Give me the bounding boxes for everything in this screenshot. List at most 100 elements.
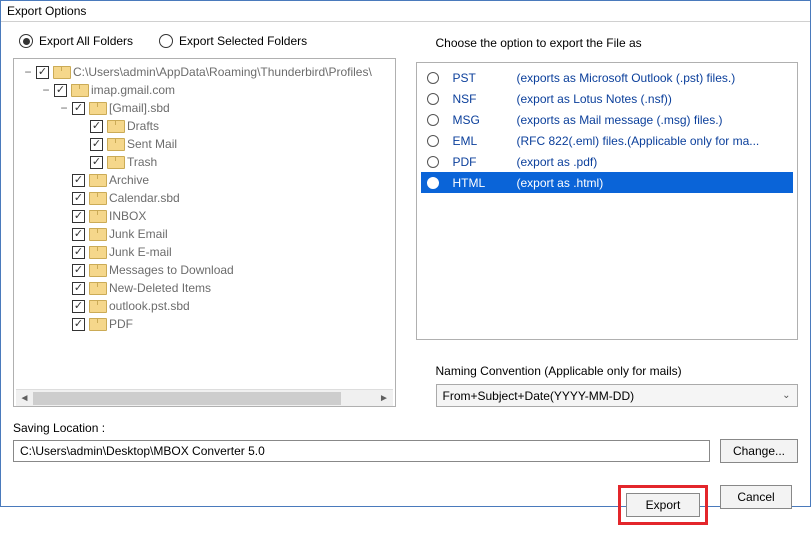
radio-export-selected-label: Export Selected Folders [179, 34, 307, 48]
checkbox-icon[interactable] [54, 84, 67, 97]
format-option-html[interactable]: HTML(export as .html) [421, 172, 794, 193]
folder-icon [89, 300, 105, 313]
window-title: Export Options [1, 1, 810, 22]
folder-icon [107, 138, 123, 151]
radio-icon [427, 72, 439, 84]
tree-row[interactable]: − C:\Users\admin\AppData\Roaming\Thunderb… [16, 63, 393, 81]
tree-row[interactable]: PDF [16, 315, 393, 333]
folder-icon [89, 246, 105, 259]
tree-row[interactable]: Junk E-mail [16, 243, 393, 261]
checkbox-icon[interactable] [72, 318, 85, 331]
checkbox-icon[interactable] [72, 300, 85, 313]
cancel-button[interactable]: Cancel [720, 485, 792, 509]
folder-icon [107, 120, 123, 133]
format-name: MSG [453, 113, 513, 127]
format-option-pdf[interactable]: PDF(export as .pdf) [421, 151, 794, 172]
tree-row[interactable]: Trash [16, 153, 393, 171]
tree-label: [Gmail].sbd [109, 99, 170, 117]
checkbox-icon[interactable] [36, 66, 49, 79]
folder-icon [89, 264, 105, 277]
checkbox-icon[interactable] [72, 174, 85, 187]
saving-label: Saving Location : [13, 421, 798, 435]
format-desc: (export as Lotus Notes (.nsf)) [517, 92, 788, 106]
radio-icon [427, 135, 439, 147]
format-desc: (exports as Microsoft Outlook (.pst) fil… [517, 71, 788, 85]
folder-icon [107, 156, 123, 169]
tree-row[interactable]: outlook.pst.sbd [16, 297, 393, 315]
tree-label: New-Deleted Items [109, 279, 211, 297]
folder-icon [89, 102, 105, 115]
format-option-nsf[interactable]: NSF(export as Lotus Notes (.nsf)) [421, 88, 794, 109]
checkbox-icon[interactable] [90, 156, 103, 169]
folder-icon [89, 318, 105, 331]
scroll-thumb[interactable] [33, 392, 341, 405]
folder-icon [89, 282, 105, 295]
radio-icon [427, 114, 439, 126]
radio-icon [427, 93, 439, 105]
tree-label: Junk E-mail [109, 243, 172, 261]
format-option-pst[interactable]: PST (exports as Microsoft Outlook (.pst) … [421, 67, 794, 88]
format-desc: (export as .html) [517, 176, 788, 190]
tree-row[interactable]: Archive [16, 171, 393, 189]
checkbox-icon[interactable] [72, 210, 85, 223]
checkbox-icon[interactable] [72, 192, 85, 205]
export-button[interactable]: Export [626, 493, 700, 517]
tree-row[interactable]: Calendar.sbd [16, 189, 393, 207]
tree-label: imap.gmail.com [91, 81, 175, 99]
tree-row[interactable]: Junk Email [16, 225, 393, 243]
tree-row[interactable]: New-Deleted Items [16, 279, 393, 297]
tree-row[interactable]: − [Gmail].sbd [16, 99, 393, 117]
checkbox-icon[interactable] [72, 228, 85, 241]
radio-export-all[interactable]: Export All Folders [19, 34, 133, 48]
tree-row[interactable]: Messages to Download [16, 261, 393, 279]
folder-icon [53, 66, 69, 79]
folder-tree[interactable]: −C:\Users\admin\AppData\Roaming\Thunderb… [13, 58, 396, 407]
tree-label: Junk Email [109, 225, 168, 243]
tree-label: outlook.pst.sbd [109, 297, 190, 315]
saving-path-input[interactable] [13, 440, 710, 462]
tree-label: Drafts [127, 117, 159, 135]
checkbox-icon[interactable] [90, 120, 103, 133]
tree-row[interactable]: Sent Mail [16, 135, 393, 153]
tree-row[interactable]: Drafts [16, 117, 393, 135]
format-header: Choose the option to export the File as [416, 28, 799, 62]
export-highlight: Export [618, 485, 708, 525]
folder-icon [89, 174, 105, 187]
folder-icon [71, 84, 87, 97]
tree-label: C:\Users\admin\AppData\Roaming\Thunderbi… [73, 63, 372, 81]
folder-icon [89, 228, 105, 241]
checkbox-icon[interactable] [72, 282, 85, 295]
horizontal-scrollbar[interactable]: ◄ ► [16, 389, 393, 406]
format-name: EML [453, 134, 513, 148]
checkbox-icon[interactable] [72, 246, 85, 259]
checkbox-icon[interactable] [72, 102, 85, 115]
format-name: PST [453, 71, 513, 85]
format-option-eml[interactable]: EML(RFC 822(.eml) files.(Applicable only… [421, 130, 794, 151]
format-name: PDF [453, 155, 513, 169]
radio-icon [427, 156, 439, 168]
radio-icon [427, 177, 439, 189]
checkbox-icon[interactable] [72, 264, 85, 277]
tree-row[interactable]: INBOX [16, 207, 393, 225]
collapse-icon[interactable]: − [58, 99, 70, 117]
chevron-down-icon: ⌄ [782, 390, 790, 401]
format-desc: (exports as Mail message (.msg) files.) [517, 113, 788, 127]
tree-label: Trash [127, 153, 157, 171]
folder-icon [89, 192, 105, 205]
format-list: PST (exports as Microsoft Outlook (.pst) … [416, 62, 799, 340]
tree-label: INBOX [109, 207, 146, 225]
radio-export-selected[interactable]: Export Selected Folders [159, 34, 307, 48]
naming-select[interactable]: From+Subject+Date(YYYY-MM-DD) ⌄ [436, 384, 798, 407]
checkbox-icon[interactable] [90, 138, 103, 151]
format-option-msg[interactable]: MSG (exports as Mail message (.msg) files… [421, 109, 794, 130]
tree-row[interactable]: − imap.gmail.com [16, 81, 393, 99]
tree-label: Messages to Download [109, 261, 234, 279]
collapse-icon[interactable]: − [22, 63, 34, 81]
scroll-right-icon[interactable]: ► [376, 390, 393, 407]
scroll-left-icon[interactable]: ◄ [16, 390, 33, 407]
radio-off-icon [159, 34, 173, 48]
change-button[interactable]: Change... [720, 439, 798, 463]
collapse-icon[interactable]: − [40, 81, 52, 99]
tree-label: PDF [109, 315, 133, 333]
folder-icon [89, 210, 105, 223]
